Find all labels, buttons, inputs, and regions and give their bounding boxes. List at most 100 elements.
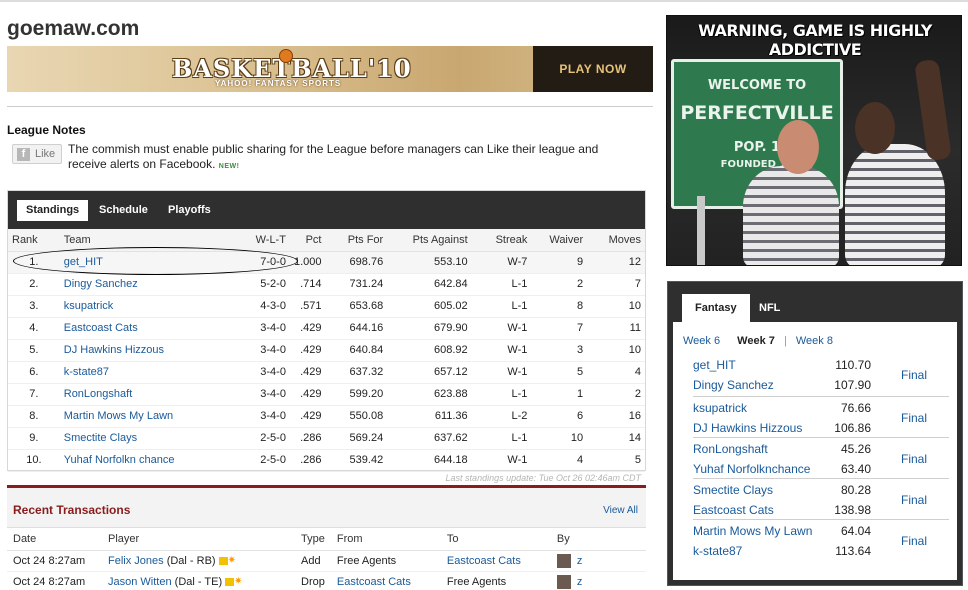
player-link[interactable]: Jason Witten xyxy=(108,576,172,588)
matchup-final-link[interactable]: Final xyxy=(901,368,949,382)
col-streak[interactable]: Streak xyxy=(471,229,532,252)
matchup-score: 80.28 xyxy=(840,483,871,497)
matchup-final-link[interactable]: Final xyxy=(901,493,949,507)
team-link[interactable]: RonLongshaft xyxy=(59,383,229,406)
tab-playoffs[interactable]: Playoffs xyxy=(159,200,220,221)
from-cell: Free Agents xyxy=(330,550,441,572)
pct-cell: .286 xyxy=(289,427,326,450)
perfectville-ad-image[interactable]: WARNING, GAME IS HIGHLY ADDICTIVE WELCOM… xyxy=(666,15,962,266)
pts-for-cell: 599.20 xyxy=(325,383,388,406)
wlt-cell: 7-0-0 xyxy=(228,251,290,274)
week-prev-link[interactable]: Week 6 xyxy=(683,335,720,347)
matchup[interactable]: ksupatrick 76.66 DJ Hawkins Hizzous 106.… xyxy=(693,397,949,438)
play-now-button[interactable]: PLAY NOW xyxy=(533,46,653,92)
pct-cell: .286 xyxy=(289,449,326,472)
team-link[interactable]: get_HIT xyxy=(59,251,229,274)
col-moves[interactable]: Moves xyxy=(587,229,645,252)
player-news-icon[interactable] xyxy=(225,577,235,586)
type-cell: Add xyxy=(295,550,331,572)
tab-schedule[interactable]: Schedule xyxy=(90,200,157,221)
week-separator: | xyxy=(783,335,787,347)
ad-headline: WARNING, GAME IS HIGHLY ADDICTIVE xyxy=(698,21,932,59)
col-rank[interactable]: Rank xyxy=(8,229,60,252)
col-pts-against[interactable]: Pts Against xyxy=(387,229,472,252)
player-news-icon[interactable] xyxy=(218,556,228,565)
by-cell: z xyxy=(550,571,646,590)
matchup[interactable]: get_HIT 110.70 Dingy Sanchez 107.90 Fina… xyxy=(693,356,949,397)
matchup-team[interactable]: get_HIT xyxy=(693,358,736,372)
waiver-cell: 7 xyxy=(531,317,588,340)
pct-cell: .429 xyxy=(289,405,326,428)
col-waiver[interactable]: Waiver xyxy=(531,229,588,252)
matchup-final-link[interactable]: Final xyxy=(901,534,949,548)
new-badge: NEW! xyxy=(218,163,240,170)
matchup-team[interactable]: Yuhaf Norfolknchance xyxy=(693,462,810,476)
facebook-like-button[interactable]: f Like xyxy=(12,144,62,164)
matchup-score: 76.66 xyxy=(840,401,871,415)
manager-avatar xyxy=(556,574,571,589)
col-wlt[interactable]: W-L-T xyxy=(228,229,290,252)
basketball-banner-ad[interactable]: BASKETBALL'10 YAHOO! FANTASY SPORTS PLAY… xyxy=(7,46,653,92)
tab-standings[interactable]: Standings xyxy=(17,200,89,221)
team-link[interactable]: Yuhaf Norfolkn chance xyxy=(59,449,229,472)
matchup-final-link[interactable]: Final xyxy=(901,411,949,425)
to-team-link[interactable]: Eastcoast Cats xyxy=(440,550,551,572)
col-pct[interactable]: Pct xyxy=(289,229,326,252)
waiver-cell: 9 xyxy=(531,251,588,274)
standings-panel: Standings Schedule Playoffs Rank Team W-… xyxy=(7,190,646,483)
matchup-team[interactable]: RonLongshaft xyxy=(693,442,768,456)
tab-nfl[interactable]: NFL xyxy=(746,294,793,322)
table-row: 3. ksupatrick 4-3-0 .571 653.68 605.02 L… xyxy=(8,295,645,318)
team-link[interactable]: Dingy Sanchez xyxy=(59,273,229,296)
streak-cell: L-1 xyxy=(471,427,532,450)
matchup-team[interactable]: ksupatrick xyxy=(693,401,747,415)
matchup-team[interactable]: Martin Mows My Lawn xyxy=(693,524,812,538)
view-all-link[interactable]: View All xyxy=(603,505,638,516)
team-link[interactable]: Eastcoast Cats xyxy=(59,317,229,340)
pts-against-cell: 644.18 xyxy=(387,449,472,472)
moves-cell: 16 xyxy=(587,405,645,428)
rank-cell: 4. xyxy=(8,317,60,340)
matchup[interactable]: Martin Mows My Lawn 64.04 k-state87 113.… xyxy=(693,520,949,561)
moves-cell: 5 xyxy=(587,449,645,472)
matchup-final-link[interactable]: Final xyxy=(901,452,949,466)
from-team-link[interactable]: Eastcoast Cats xyxy=(330,571,441,590)
pts-for-cell: 550.08 xyxy=(325,405,388,428)
moves-cell: 10 xyxy=(587,295,645,318)
manager-avatar xyxy=(556,553,571,568)
sign-welcome-text: WELCOME TO xyxy=(707,78,807,93)
matchup-team[interactable]: Smectite Clays xyxy=(693,483,773,497)
matchup-team[interactable]: Dingy Sanchez xyxy=(693,378,774,392)
week-next-link[interactable]: Week 8 xyxy=(796,335,833,347)
wlt-cell: 3-4-0 xyxy=(228,383,290,406)
person-right-shirt xyxy=(845,144,945,265)
top-divider xyxy=(0,0,968,2)
streak-cell: L-1 xyxy=(471,295,532,318)
col-team[interactable]: Team xyxy=(59,229,229,252)
wlt-cell: 3-4-0 xyxy=(228,339,290,362)
matchup[interactable]: RonLongshaft 45.26 Yuhaf Norfolknchance … xyxy=(693,438,949,479)
table-row: Oct 24 8:27am Jason Witten (Dal - TE) ✷ D… xyxy=(7,571,646,590)
matchup-team[interactable]: DJ Hawkins Hizzous xyxy=(693,421,802,435)
matchup-team[interactable]: Eastcoast Cats xyxy=(693,503,774,517)
recent-transactions-panel: Recent Transactions View All Date Player… xyxy=(7,485,646,590)
player-link[interactable]: Felix Jones xyxy=(108,555,164,567)
matchup[interactable]: Smectite Clays 80.28 Eastcoast Cats 138.… xyxy=(693,479,949,520)
matchup-team[interactable]: k-state87 xyxy=(693,544,742,558)
team-link[interactable]: DJ Hawkins Hizzous xyxy=(59,339,229,362)
team-link[interactable]: Martin Mows My Lawn xyxy=(59,405,229,428)
team-link[interactable]: ksupatrick xyxy=(59,295,229,318)
news-alert-icon: ✷ xyxy=(234,576,243,588)
col-type: Type xyxy=(295,528,331,551)
basketball-icon xyxy=(279,49,293,63)
team-link[interactable]: Smectite Clays xyxy=(59,427,229,450)
col-pts-for[interactable]: Pts For xyxy=(325,229,388,252)
streak-cell: L-1 xyxy=(471,273,532,296)
site-title[interactable]: goemaw.com xyxy=(7,17,139,41)
manager-link[interactable]: z xyxy=(577,575,583,587)
manager-link[interactable]: z xyxy=(577,554,583,566)
wlt-cell: 3-4-0 xyxy=(228,361,290,384)
team-link[interactable]: k-state87 xyxy=(59,361,229,384)
tab-fantasy[interactable]: Fantasy xyxy=(682,294,750,322)
pts-for-cell: 653.68 xyxy=(325,295,388,318)
